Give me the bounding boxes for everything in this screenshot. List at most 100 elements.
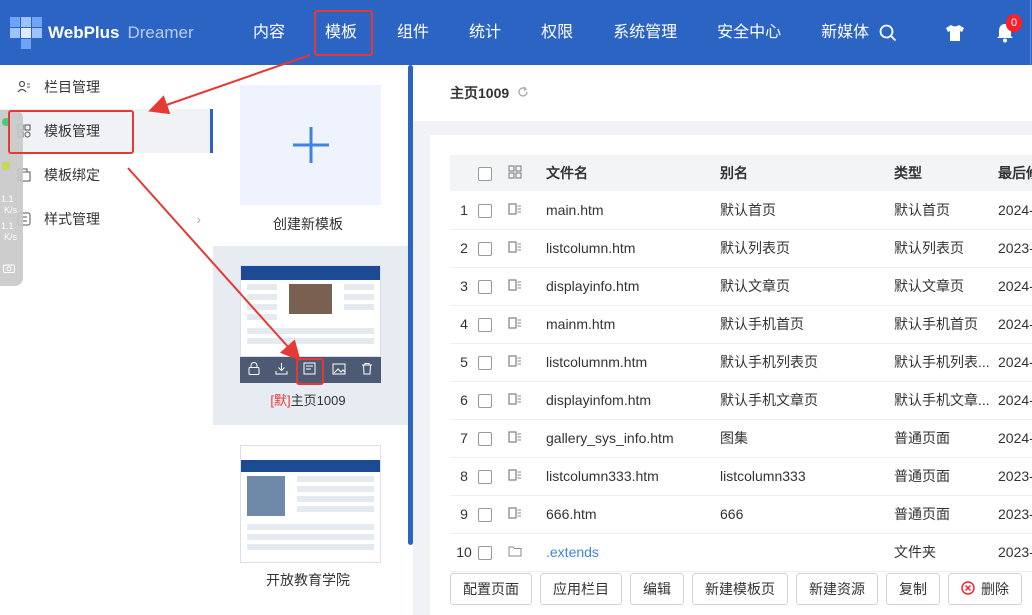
table-row[interactable]: 8 listcolumn333.htm listcolumn333 普通页面 2023- [450, 457, 1032, 495]
table-row[interactable]: 10 .extends 文件夹 2023- [450, 533, 1032, 571]
column-header-modified[interactable]: 最后修 [990, 155, 1032, 191]
row-checkbox[interactable] [478, 203, 492, 218]
nav-components[interactable]: 组件 [377, 0, 449, 65]
page-template-icon [508, 468, 522, 484]
delete-trash-icon[interactable] [361, 362, 373, 378]
plus-icon [292, 127, 329, 163]
nav-system[interactable]: 系统管理 [593, 0, 697, 65]
row-checkbox[interactable] [478, 280, 492, 295]
row-checkbox[interactable] [478, 394, 492, 409]
modified-cell: 2023- [998, 544, 1032, 560]
view-grid-icon[interactable] [508, 165, 522, 182]
upload-speed: 1.1 [1, 194, 14, 204]
file-name-cell[interactable]: listcolumn333.htm [538, 457, 712, 495]
file-table-body: 1 main.htm 默认首页 默认首页 2024- 2 listcolumn.htm 默认列… [450, 191, 1032, 571]
sidebar-item-label: 模板绑定 [44, 167, 100, 183]
table-header-row: 文件名 别名 类型 最后修 [450, 155, 1032, 191]
page-template-icon [508, 392, 522, 408]
theme-shirt-icon[interactable] [930, 0, 980, 65]
table-row[interactable]: 4 mainm.htm 默认手机首页 默认手机首页 2024- [450, 305, 1032, 343]
modified-cell: 2024- [998, 430, 1032, 446]
file-name-cell[interactable]: listcolumn.htm [538, 229, 712, 267]
new-resource-button[interactable]: 新建资源 [796, 573, 878, 605]
alias-cell [712, 533, 886, 571]
alias-cell: 默认文章页 [720, 278, 790, 294]
page-title-text: 主页1009 [450, 85, 510, 101]
default-tag: [默] [270, 393, 291, 408]
file-name-cell[interactable]: displayinfo.htm [538, 267, 712, 305]
table-row[interactable]: 6 displayinfom.htm 默认手机文章页 默认手机文章... 2024- [450, 381, 1032, 419]
sidebar-item-style-management[interactable]: 样式管理 › [0, 197, 213, 241]
sidebar-item-label: 样式管理 [44, 211, 100, 227]
notification-badge: 0 [1006, 14, 1022, 32]
sidebar-item-label: 栏目管理 [44, 79, 100, 95]
refresh-icon[interactable] [517, 86, 529, 101]
preview-image-icon[interactable] [332, 363, 346, 378]
row-checkbox[interactable] [478, 356, 492, 371]
row-checkbox[interactable] [478, 470, 492, 485]
column-header-filename[interactable]: 文件名 [538, 155, 712, 191]
notification-bell-icon[interactable]: 0 [980, 0, 1030, 65]
type-cell: 普通页面 [894, 468, 950, 484]
lock-icon[interactable] [248, 362, 260, 378]
sidebar-item-column-management[interactable]: 栏目管理 [0, 65, 213, 109]
apply-column-button[interactable]: 应用栏目 [540, 573, 622, 605]
create-template-label: 创建新模板 [273, 216, 343, 232]
row-checkbox[interactable] [478, 318, 492, 333]
top-navbar: WebPlus Dreamer 内容 模板 组件 统计 权限 系统管理 安全中心… [0, 0, 1032, 65]
file-name-cell[interactable]: main.htm [538, 191, 712, 229]
file-name-cell[interactable]: 666.htm [538, 495, 712, 533]
table-row[interactable]: 9 666.htm 666 普通页面 2023- [450, 495, 1032, 533]
table-row[interactable]: 1 main.htm 默认首页 默认首页 2024- [450, 191, 1032, 229]
create-template-card[interactable] [240, 85, 381, 205]
file-name-cell[interactable]: gallery_sys_info.htm [538, 419, 712, 457]
search-icon[interactable] [873, 0, 903, 65]
type-cell: 默认手机首页 [894, 316, 978, 332]
template-thumbnail-open-education[interactable] [240, 445, 381, 563]
select-all-checkbox[interactable] [478, 167, 492, 182]
nav-content[interactable]: 内容 [213, 0, 305, 65]
chevron-right-icon: › [196, 211, 201, 227]
file-name-cell[interactable]: mainm.htm [538, 305, 712, 343]
nav-security[interactable]: 安全中心 [697, 0, 801, 65]
alias-cell: 默认手机文章页 [720, 392, 818, 408]
row-checkbox[interactable] [478, 242, 492, 257]
file-name-cell[interactable]: .extends [538, 533, 712, 571]
type-cell: 文件夹 [894, 544, 936, 560]
column-header-alias[interactable]: 别名 [712, 155, 886, 191]
camera-icon[interactable] [3, 260, 15, 276]
alias-cell: listcolumn333 [720, 468, 806, 484]
row-number: 6 [460, 392, 468, 408]
download-icon[interactable] [275, 362, 288, 378]
new-template-page-button[interactable]: 新建模板页 [692, 573, 788, 605]
edit-button[interactable]: 编辑 [630, 573, 684, 605]
configure-page-button[interactable]: 配置页面 [450, 573, 532, 605]
nav-permissions[interactable]: 权限 [521, 0, 593, 65]
copy-button[interactable]: 复制 [886, 573, 940, 605]
page-template-icon [508, 240, 522, 256]
delete-button[interactable]: 删除 [948, 573, 1022, 605]
file-name-cell[interactable]: displayinfom.htm [538, 381, 712, 419]
template-name-open-education: 开放教育学院 [266, 572, 350, 588]
nav-stats[interactable]: 统计 [449, 0, 521, 65]
type-cell: 默认文章页 [894, 278, 964, 294]
page-template-icon [508, 316, 522, 332]
row-number: 9 [460, 506, 468, 522]
row-checkbox[interactable] [478, 508, 492, 523]
table-row[interactable]: 7 gallery_sys_info.htm 图集 普通页面 2024- [450, 419, 1032, 457]
column-header-type[interactable]: 类型 [886, 155, 990, 191]
table-row[interactable]: 2 listcolumn.htm 默认列表页 默认列表页 2023- [450, 229, 1032, 267]
row-checkbox[interactable] [478, 432, 492, 447]
alias-cell: 图集 [720, 430, 748, 446]
file-name-cell[interactable]: listcolumnm.htm [538, 343, 712, 381]
header-actions: 0 [930, 0, 1032, 65]
sidebar-item-template-binding[interactable]: 模板绑定 [0, 153, 213, 197]
nav-newmedia[interactable]: 新媒体 [801, 0, 873, 65]
page-template-icon [508, 278, 522, 294]
template-thumbnail-homepage[interactable] [240, 265, 381, 357]
table-row[interactable]: 3 displayinfo.htm 默认文章页 默认文章页 2024- [450, 267, 1032, 305]
table-row[interactable]: 5 listcolumnm.htm 默认手机列表页 默认手机列表... 2024- [450, 343, 1032, 381]
template-list: 创建新模板 [默]主页1009 开放教育学院 [213, 65, 413, 615]
row-checkbox[interactable] [478, 546, 492, 561]
type-cell: 普通页面 [894, 506, 950, 522]
